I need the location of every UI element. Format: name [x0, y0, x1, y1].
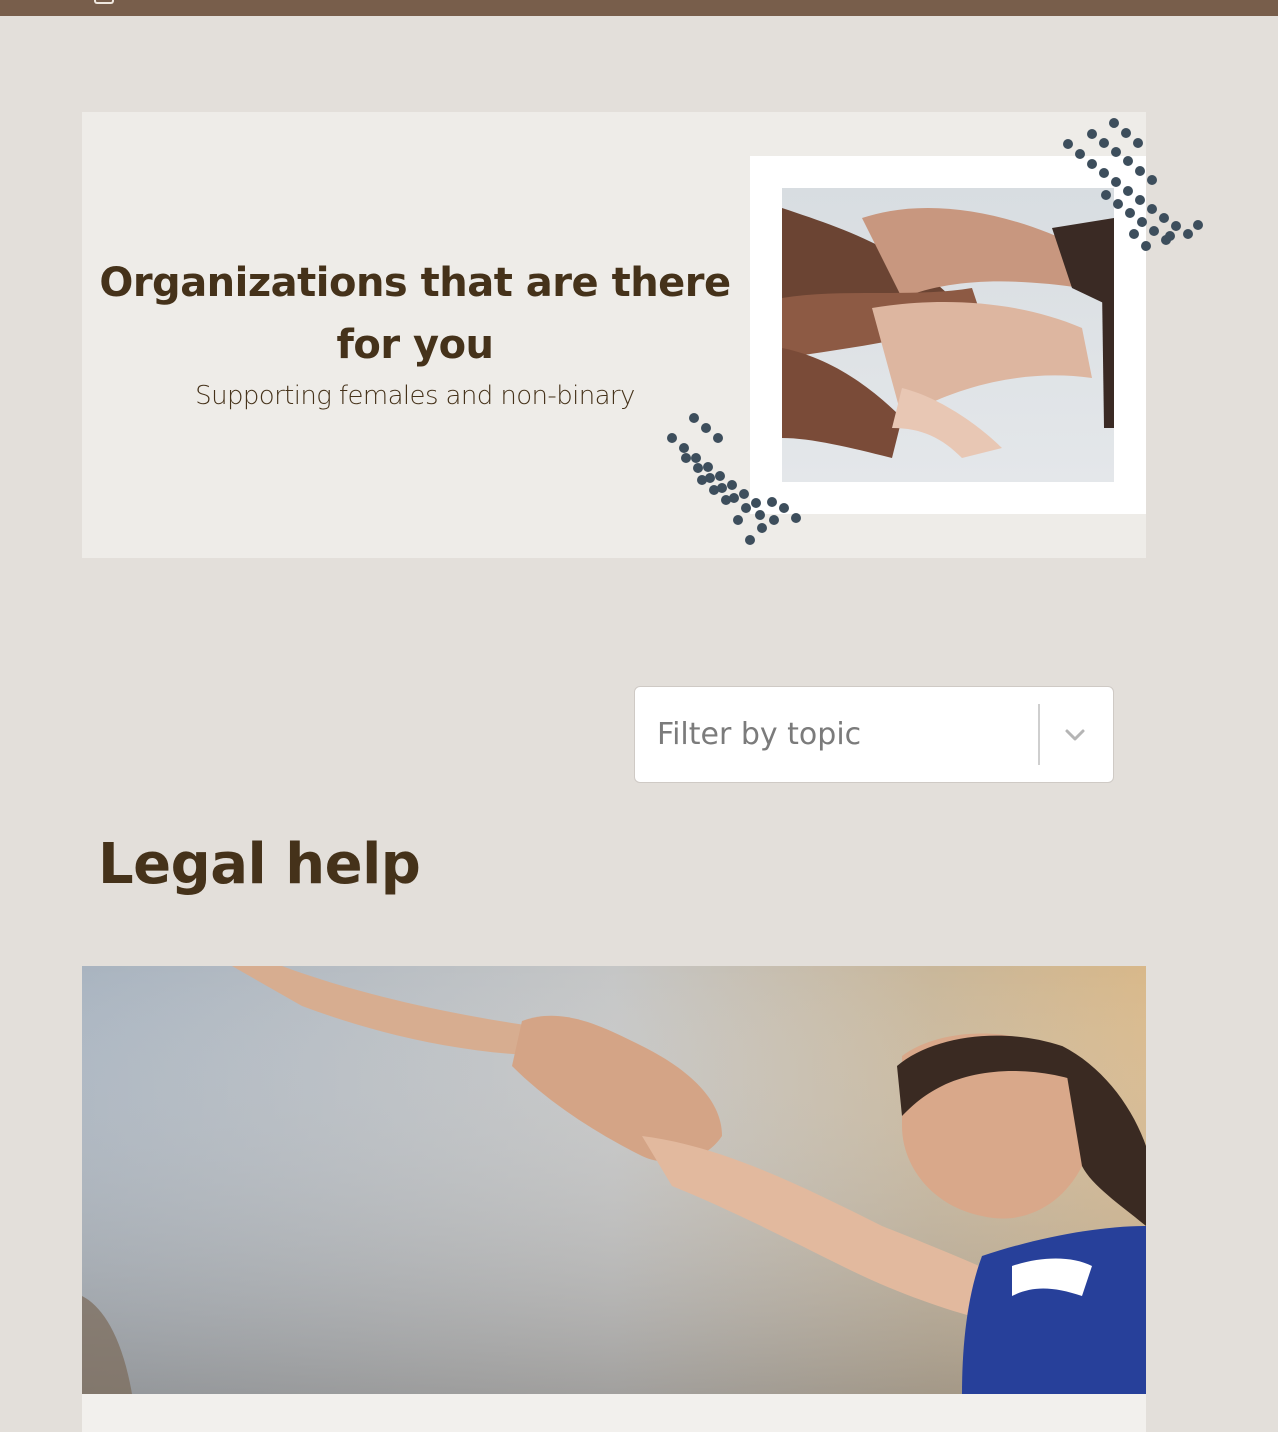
- helping-hand-photo[interactable]: [82, 966, 1146, 1394]
- hero-title: Organizations that are there for you: [99, 260, 731, 368]
- filter-placeholder: Filter by topic: [657, 717, 862, 752]
- cart-icon[interactable]: [94, 0, 114, 4]
- filter-by-topic-select[interactable]: Filter by topic: [634, 686, 1114, 783]
- hero-subtitle: Supporting females and non-binary: [195, 381, 635, 411]
- decorative-dots-top: [1058, 116, 1204, 256]
- top-bar: [0, 0, 1278, 16]
- decorative-dots-bottom: [662, 410, 808, 550]
- section-title: Legal help: [98, 832, 421, 897]
- card-body: [82, 1394, 1146, 1432]
- page: Organizations that are there for you Sup…: [0, 0, 1278, 1432]
- filter-divider: [1038, 704, 1040, 765]
- chevron-down-icon[interactable]: [1063, 723, 1087, 747]
